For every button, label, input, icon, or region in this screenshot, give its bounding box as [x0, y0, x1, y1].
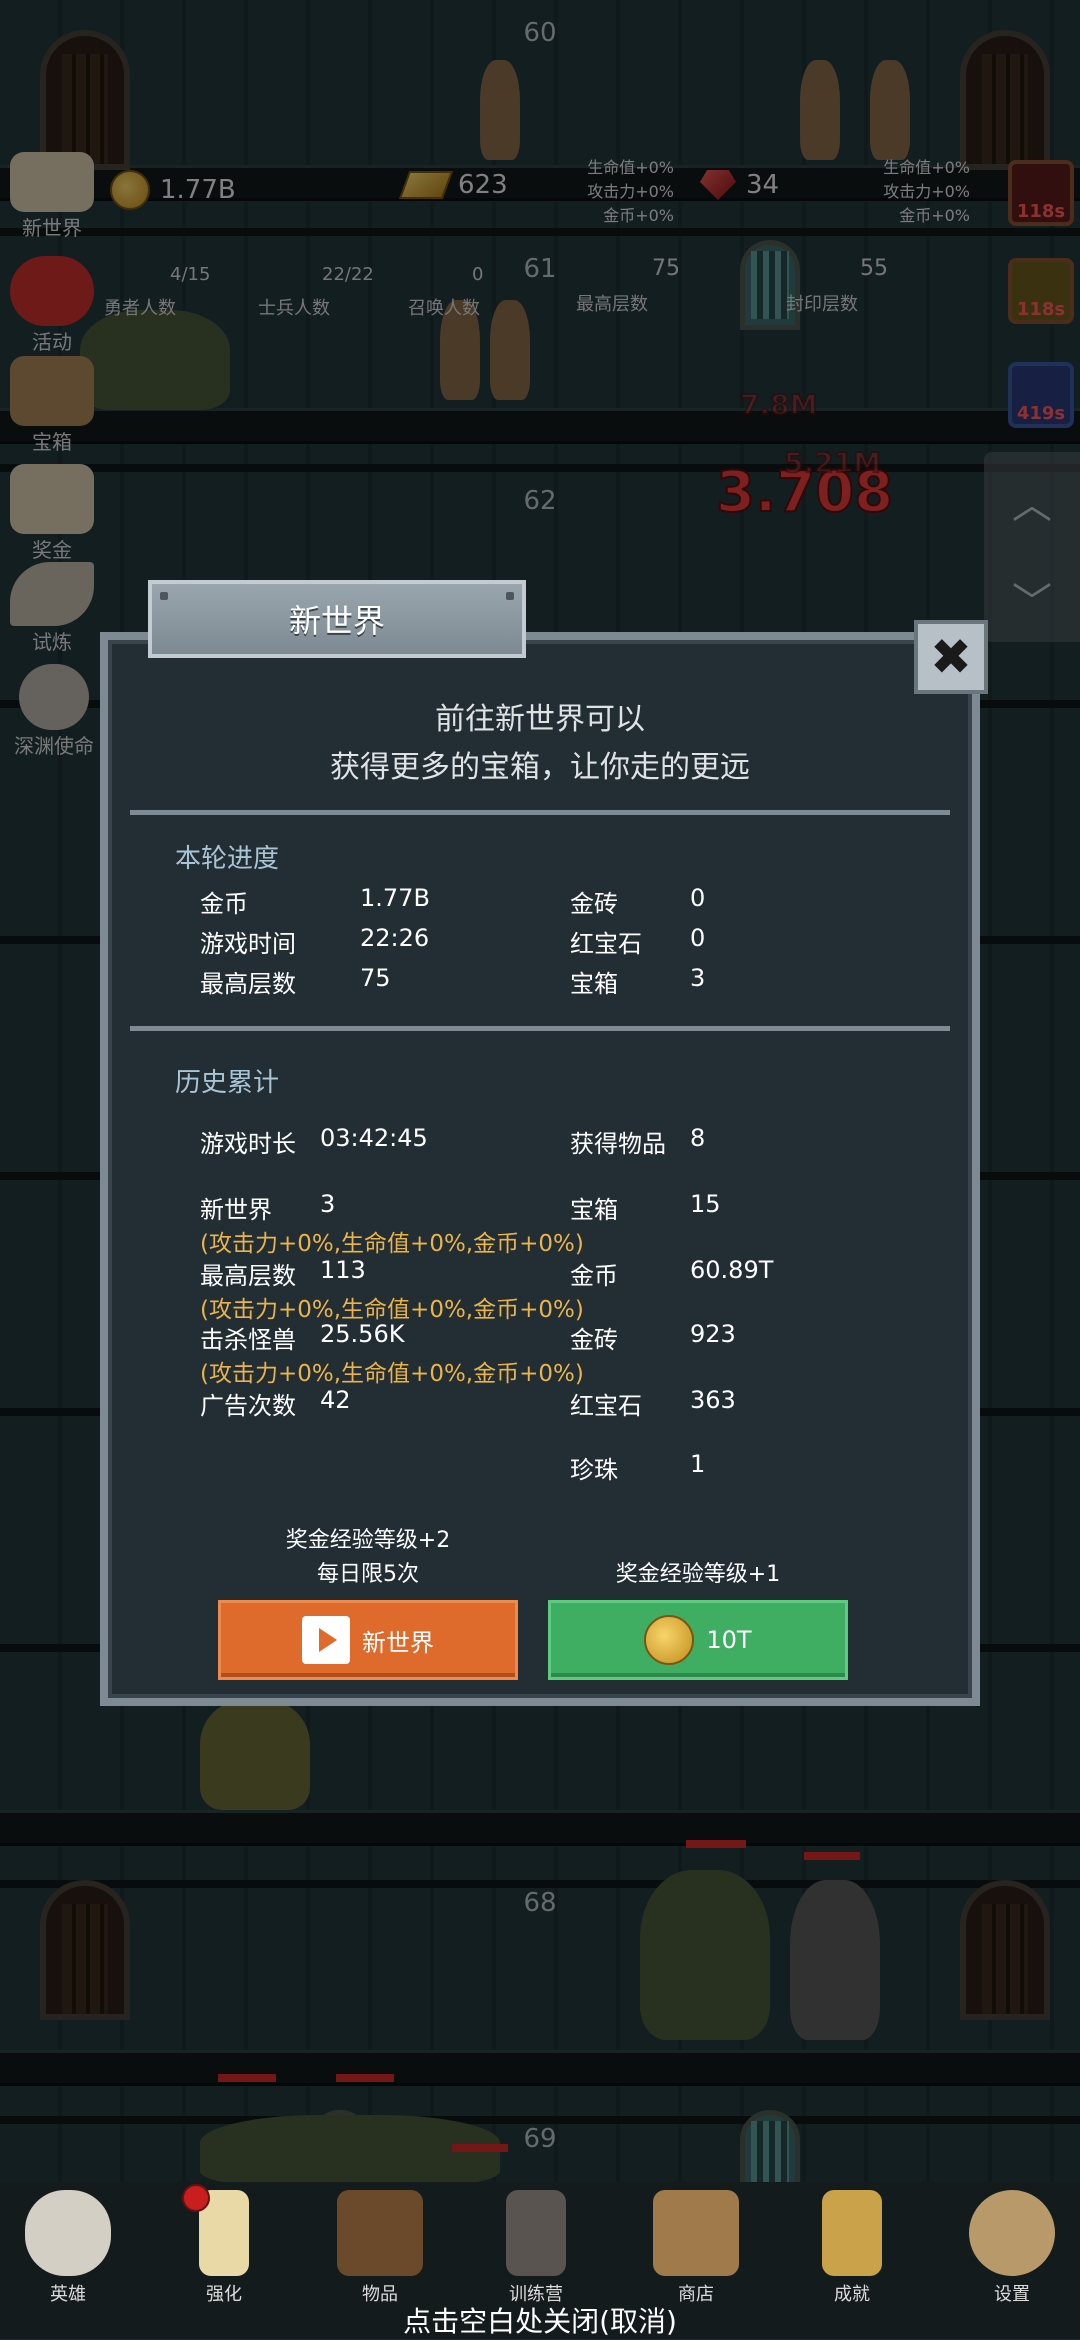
section-divider — [130, 1026, 950, 1031]
notification-dot — [182, 2184, 210, 2212]
stat-label: 广告次数 — [200, 1392, 296, 1420]
stat-value: 22:26 — [360, 924, 430, 952]
key-icon — [822, 2190, 882, 2276]
caption-line: 奖金经验等级+2 — [285, 1528, 451, 1553]
stat-value: 1 — [690, 1450, 706, 1478]
nav-achievements[interactable]: 成就 — [792, 2190, 912, 2306]
button-label: 10T — [706, 1626, 752, 1654]
book-icon — [337, 2190, 423, 2276]
history-title: 历史累计 — [175, 1068, 280, 1098]
gear-icon — [969, 2190, 1055, 2276]
left-action-caption: 奖金经验等级+2 每日限5次 — [218, 1524, 518, 1592]
skull-icon — [25, 2190, 111, 2276]
stat-label: 金砖 — [570, 1326, 618, 1354]
stat-value: 1.77B — [360, 884, 430, 912]
stat-value: 363 — [690, 1386, 736, 1414]
dialog-title: 新世界 — [148, 580, 526, 658]
nav-training[interactable]: 训练营 — [476, 2190, 596, 2306]
stat-value: 03:42:45 — [320, 1124, 428, 1152]
gold-coin-icon — [644, 1615, 695, 1665]
stat-value: 75 — [360, 964, 391, 992]
stat-label: 珍珠 — [570, 1456, 618, 1484]
section-divider — [130, 810, 950, 815]
close-button[interactable]: ✖ — [914, 620, 988, 694]
stat-label: 金砖 — [570, 890, 618, 918]
stat-label: 宝箱 — [570, 1196, 618, 1224]
stat-label: 游戏时长 — [200, 1130, 296, 1158]
stat-value: 25.56K — [320, 1320, 405, 1348]
new-world-ad-button[interactable]: 新世界 — [218, 1600, 518, 1680]
nav-settings[interactable]: 设置 — [952, 2190, 1072, 2306]
stat-label: 金币 — [570, 1262, 618, 1290]
stat-value: 3 — [320, 1190, 336, 1218]
lantern-icon — [506, 2190, 566, 2276]
dialog-title-text: 新世界 — [288, 602, 385, 640]
stat-label: 最高层数 — [200, 1262, 296, 1290]
stat-label: 宝箱 — [570, 970, 618, 998]
nav-items[interactable]: 物品 — [320, 2190, 440, 2306]
bonus-summary: (攻击力+0%,生命值+0%,金币+0%) — [200, 1231, 584, 1257]
intro-line: 前往新世界可以 — [435, 702, 645, 737]
stat-value: 923 — [690, 1320, 736, 1348]
stat-label: 红宝石 — [570, 1392, 642, 1420]
nav-heroes[interactable]: 英雄 — [8, 2190, 128, 2306]
close-icon: ✖ — [930, 628, 972, 686]
stat-value: 42 — [320, 1386, 351, 1414]
stat-value: 8 — [690, 1124, 706, 1152]
stat-label: 获得物品 — [570, 1130, 666, 1158]
caption-line: 每日限5次 — [317, 1562, 419, 1587]
stat-value: 60.89T — [690, 1256, 774, 1284]
button-label: 新世界 — [362, 1628, 434, 1657]
nav-upgrade[interactable]: 强化 — [164, 2190, 284, 2306]
nav-shop[interactable]: 商店 — [636, 2190, 756, 2306]
bonus-summary: (攻击力+0%,生命值+0%,金币+0%) — [200, 1297, 584, 1323]
right-action-caption: 奖金经验等级+1 — [615, 1562, 781, 1587]
stat-value: 15 — [690, 1190, 721, 1218]
stat-value: 0 — [690, 884, 706, 912]
stat-value: 0 — [690, 924, 706, 952]
stat-value: 3 — [690, 964, 706, 992]
round-progress-title: 本轮进度 — [175, 844, 280, 874]
video-play-icon — [302, 1616, 350, 1664]
close-hint[interactable]: 点击空白处关闭(取消) — [0, 2300, 1080, 2340]
bonus-summary: (攻击力+0%,生命值+0%,金币+0%) — [200, 1361, 584, 1387]
intro-line: 获得更多的宝箱，让你走的更远 — [330, 750, 750, 785]
stat-label: 金币 — [200, 890, 248, 918]
stat-label: 新世界 — [200, 1196, 272, 1224]
stat-label: 最高层数 — [200, 970, 296, 998]
new-world-gold-button[interactable]: 10T — [548, 1600, 848, 1680]
stat-label: 红宝石 — [570, 930, 642, 958]
stat-value: 113 — [320, 1256, 366, 1284]
stat-label: 击杀怪兽 — [200, 1326, 296, 1354]
mug-icon — [653, 2190, 739, 2276]
stat-label: 游戏时间 — [200, 930, 296, 958]
